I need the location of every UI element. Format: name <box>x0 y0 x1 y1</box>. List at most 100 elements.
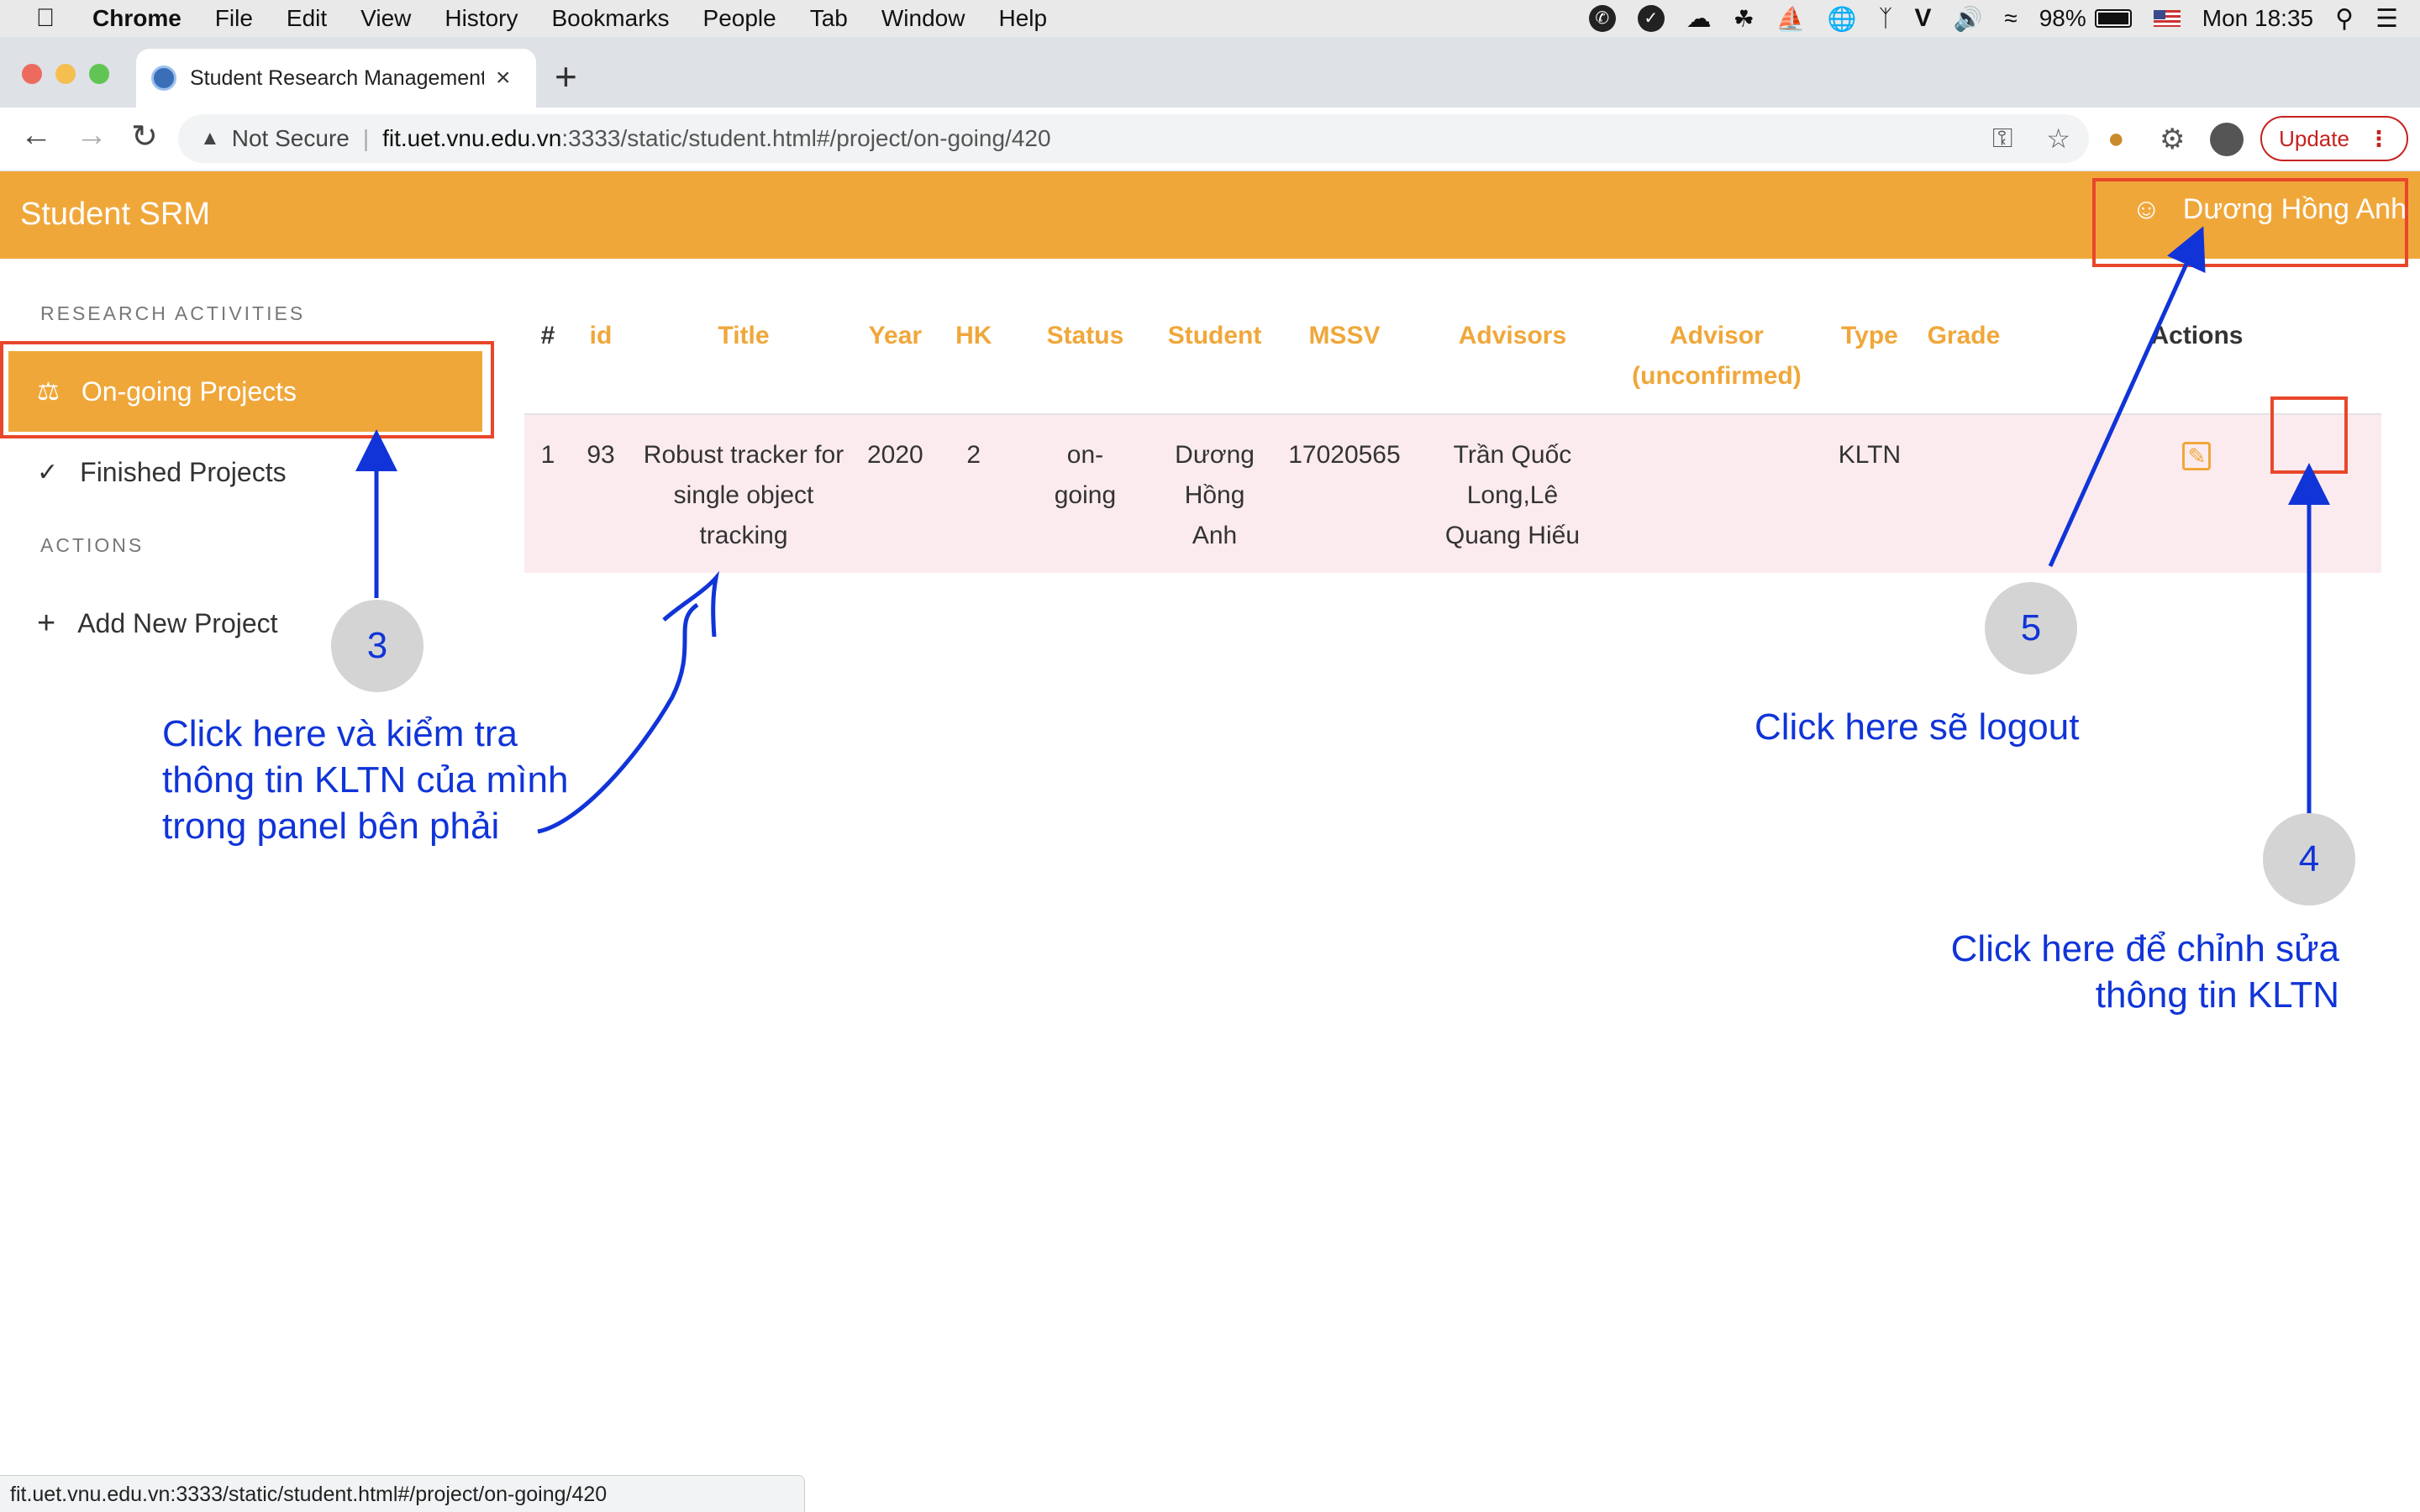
menu-bookmarks[interactable]: Bookmarks <box>551 5 669 32</box>
tab-title: Student Research Management <box>190 66 484 90</box>
spotlight-search-icon[interactable]: ⚲ <box>2335 4 2354 34</box>
note-step3-line2: thông tin KLTN của mình <box>162 759 569 801</box>
menu-tab[interactable]: Tab <box>810 5 848 32</box>
volume-icon[interactable]: 🔊 <box>1953 5 1982 33</box>
address-bar[interactable]: ▲ Not Secure | fit.uet.vnu.edu.vn :3333/… <box>178 114 2089 163</box>
docker-icon[interactable]: ⛵ <box>1776 5 1806 33</box>
omnibox-divider: | <box>362 125 370 151</box>
col-header-type[interactable]: Type <box>1824 296 1915 414</box>
cell-advisors: Trần Quốc Long,Lê Quang Hiếu <box>1444 441 1580 549</box>
col-header-student[interactable]: Student <box>1156 296 1273 414</box>
apple-icon[interactable]:  <box>20 4 71 33</box>
col-header-mssv[interactable]: MSSV <box>1273 296 1416 414</box>
sidebar-item-finished-projects[interactable]: ✓ Finished Projects <box>8 432 482 512</box>
col-header-advisor-unconfirmed[interactable]: Advisor (unconfirmed) <box>1609 296 1824 414</box>
browser-tabstrip: Student Research Management × + <box>0 37 2420 108</box>
warning-triangle-icon[interactable]: ▲ <box>200 127 220 150</box>
app-brand[interactable]: Student SRM <box>20 197 210 233</box>
window-minimize-button[interactable] <box>55 64 76 84</box>
sidebar-item-label: Add New Project <box>77 607 278 638</box>
plus-icon: + <box>37 605 56 641</box>
cell-mssv: 17020565 <box>1288 441 1401 469</box>
bluetooth-icon[interactable]: ᛉ <box>1879 5 1893 32</box>
bookmark-star-icon[interactable]: ☆ <box>2046 123 2070 155</box>
browser-status-url: fit.uet.vnu.edu.vn:3333/static/student.h… <box>0 1475 805 1512</box>
chrome-update-button[interactable]: Update ⋮ <box>2260 116 2408 161</box>
menu-window[interactable]: Window <box>881 5 965 32</box>
table-header-row: # id Title Year HK Status Student MSSV A… <box>524 296 2381 414</box>
col-header-hk[interactable]: HK <box>934 296 1014 414</box>
cell-type: KLTN <box>1838 441 1902 469</box>
evernote-icon[interactable]: ☘ <box>1733 5 1754 33</box>
browser-tab-active[interactable]: Student Research Management × <box>136 49 536 108</box>
extensions-puzzle-icon[interactable]: ⚙ <box>2160 123 2185 156</box>
back-arrow-icon[interactable]: ← <box>20 118 52 154</box>
col-header-advisors[interactable]: Advisors <box>1416 296 1609 414</box>
note-step4-line2: thông tin KLTN <box>2095 974 2339 1016</box>
menu-people[interactable]: People <box>703 5 776 32</box>
sidebar-item-label: Finished Projects <box>80 456 287 487</box>
menu-file[interactable]: File <box>215 5 253 32</box>
tab-close-icon[interactable]: × <box>496 64 511 92</box>
note-step3: Click here và kiểm tra thông tin KLTN củ… <box>162 711 568 849</box>
highlight-box-user <box>2092 178 2408 267</box>
note-step3-line1: Click here và kiểm tra <box>162 713 518 754</box>
note-step4-line1: Click here để chỉnh sửa <box>1950 928 2339 969</box>
sidebar-heading-research: RESEARCH ACTIVITIES <box>40 302 306 324</box>
cell-id: 93 <box>587 441 615 469</box>
url-host[interactable]: fit.uet.vnu.edu.vn <box>382 125 561 152</box>
cell-hk: 2 <box>966 441 981 469</box>
table-row[interactable]: 1 93 Robust tracker for single object tr… <box>524 414 2381 573</box>
key-icon[interactable]: ⚿ <box>1992 123 2012 155</box>
menu-app-chrome[interactable]: Chrome <box>92 5 182 32</box>
notification-center-icon[interactable]: ☰ <box>2375 4 2398 34</box>
chrome-menu-icon[interactable]: ⋮ <box>2368 126 2390 152</box>
wifi-icon[interactable]: ≈ <box>2004 5 2017 32</box>
step-3-badge: 3 <box>331 600 424 692</box>
url-path[interactable]: :3333/static/student.html#/project/on-go… <box>561 125 1050 152</box>
note-step4: Click here để chỉnh sửa thông tin KLTN <box>1916 926 2339 1018</box>
highlight-box-edit <box>2270 396 2348 474</box>
site-favicon-icon <box>151 66 176 91</box>
window-zoom-button[interactable] <box>89 64 109 84</box>
col-header-title[interactable]: Title <box>630 296 857 414</box>
highlight-box-ongoing <box>0 341 494 438</box>
menubar-status-area: ✆ ✓ ☁ ☘ ⛵ 🌐 ᛉ V 🔊 ≈ 98% Mon 18:35 ⚲ ☰ <box>1588 0 2420 37</box>
viber-icon[interactable]: ✆ <box>1588 5 1616 32</box>
note-step3-line3: trong panel bên phải <box>162 806 500 847</box>
window-close-button[interactable] <box>22 64 42 84</box>
tasks-icon[interactable]: ✓ <box>1637 5 1665 32</box>
menu-help[interactable]: Help <box>998 5 1047 32</box>
browser-toolbar: ← → ↻ ▲ Not Secure | fit.uet.vnu.edu.vn … <box>0 108 2420 171</box>
check-icon: ✓ <box>37 458 59 486</box>
col-header-id[interactable]: id <box>571 296 630 414</box>
edit-icon[interactable]: ✎ <box>2182 442 2212 470</box>
note-step5: Click here sẽ logout <box>1754 706 2080 748</box>
cell-grade <box>1915 414 2012 573</box>
cell-student: Dương Hồng Anh <box>1175 441 1255 549</box>
projects-table: # id Title Year HK Status Student MSSV A… <box>524 296 2381 573</box>
menubar-clock[interactable]: Mon 18:35 <box>2202 5 2313 32</box>
col-header-grade[interactable]: Grade <box>1915 296 2012 414</box>
col-header-year[interactable]: Year <box>857 296 934 414</box>
col-header-status[interactable]: Status <box>1014 296 1156 414</box>
cookie-extension-icon[interactable]: ● <box>2107 123 2125 155</box>
cloud-upload-icon[interactable]: ☁ <box>1686 4 1712 34</box>
reload-icon[interactable]: ↻ <box>131 118 158 155</box>
menu-view[interactable]: View <box>360 5 411 32</box>
globe-icon[interactable]: 🌐 <box>1828 5 1857 33</box>
v-app-icon[interactable]: V <box>1914 4 1931 33</box>
cell-status: on-going <box>1054 441 1117 509</box>
battery-icon[interactable] <box>2094 9 2132 28</box>
menu-history[interactable]: History <box>445 5 518 32</box>
profile-avatar-icon[interactable] <box>2210 123 2244 156</box>
app-header: Student SRM ☺ Dương Hồng Anh <box>0 171 2420 259</box>
col-header-index[interactable]: # <box>524 296 571 414</box>
us-flag-icon[interactable] <box>2153 10 2181 27</box>
new-tab-button[interactable]: + <box>555 54 577 99</box>
forward-arrow-icon[interactable]: → <box>76 118 108 154</box>
battery-percent: 98% <box>2039 5 2086 31</box>
menu-edit[interactable]: Edit <box>287 5 327 32</box>
step-5-badge: 5 <box>1985 582 2077 675</box>
security-label[interactable]: Not Secure <box>232 125 350 152</box>
